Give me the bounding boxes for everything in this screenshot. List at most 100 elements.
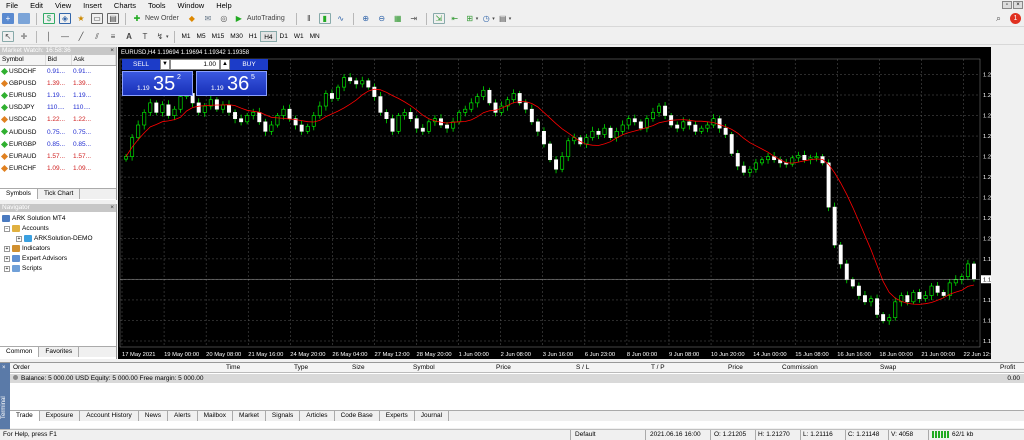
signals-button[interactable]: ✉: [201, 12, 215, 26]
tab-experts[interactable]: Experts: [380, 411, 415, 421]
autoscroll-button[interactable]: ⇲: [432, 12, 446, 26]
indicators-button[interactable]: ⊞ ▾: [464, 12, 478, 26]
balance-row[interactable]: Balance: 5 000.00 USD Equity: 5 000.00 F…: [10, 374, 1024, 383]
collapse-icon[interactable]: −: [4, 225, 10, 232]
window-restore-icon[interactable]: ▫: [1002, 1, 1012, 9]
tab-symbols[interactable]: Symbols: [0, 189, 38, 199]
tile-windows-button[interactable]: ▦: [391, 12, 405, 26]
market-watch-row[interactable]: EURCHF 1.09... 1.09...: [0, 163, 116, 175]
close-icon[interactable]: ×: [110, 204, 116, 212]
col-size[interactable]: Size: [352, 364, 365, 371]
col-sl[interactable]: S / L: [576, 364, 589, 371]
menu-tools[interactable]: Tools: [142, 0, 172, 11]
lot-size-input[interactable]: 1.00: [170, 59, 220, 70]
auto-trading-button[interactable]: ▶ AutoTrading: [233, 12, 291, 26]
zoom-in-button[interactable]: ⊕: [359, 12, 373, 26]
expand-icon[interactable]: +: [4, 255, 10, 262]
market-watch-toggle[interactable]: $: [42, 12, 56, 26]
expand-icon[interactable]: +: [4, 265, 10, 272]
market-watch-row[interactable]: GBPUSD 1.39... 1.39...: [0, 77, 116, 89]
timeframe-d1[interactable]: D1: [277, 31, 291, 42]
col-price[interactable]: Price: [496, 364, 511, 371]
radio-button[interactable]: ◎: [217, 12, 231, 26]
fibonacci-tool[interactable]: ≡: [106, 30, 120, 44]
text-tool[interactable]: A: [122, 30, 136, 44]
sell-button[interactable]: SELL: [122, 59, 160, 70]
lot-down-icon[interactable]: ▼: [160, 59, 170, 70]
tab-account-history[interactable]: Account History: [80, 411, 139, 421]
periods-button[interactable]: ◷ ▾: [480, 12, 495, 26]
tab-exposure[interactable]: Exposure: [40, 411, 81, 421]
col-time[interactable]: Time: [226, 364, 240, 371]
market-watch-row[interactable]: EURUSD 1.19... 1.19...: [0, 89, 116, 101]
tab-market[interactable]: Market: [233, 411, 266, 421]
channel-tool[interactable]: ⫽: [90, 30, 104, 44]
chart-window[interactable]: 1.22600 1.22275 1.21950 1.21625 1.21300 1.209…: [118, 47, 991, 359]
tab-news[interactable]: News: [139, 411, 169, 421]
expand-icon[interactable]: +: [16, 235, 22, 242]
terminal-toggle[interactable]: ▭: [90, 12, 104, 26]
new-chart-button[interactable]: +: [1, 12, 15, 26]
trendline-tool[interactable]: ╱: [74, 30, 88, 44]
timeframe-m15[interactable]: M15: [209, 31, 228, 42]
tab-trade[interactable]: Trade: [10, 411, 40, 421]
tab-code-base[interactable]: Code Base: [335, 411, 380, 421]
market-watch-row[interactable]: EURAUD 1.57... 1.57...: [0, 150, 116, 162]
timeframe-m1[interactable]: M1: [179, 31, 194, 42]
nav-indicators[interactable]: + Indicators: [4, 245, 50, 252]
col-commission[interactable]: Commission: [782, 364, 818, 371]
candlestick-button[interactable]: ▮: [318, 12, 332, 26]
buy-button[interactable]: BUY: [230, 59, 268, 70]
menu-view[interactable]: View: [49, 0, 77, 11]
col-symbol[interactable]: Symbol: [413, 364, 435, 371]
nav-account-demo[interactable]: + ARKSolution-DEMO: [16, 235, 93, 242]
chart-shift-button[interactable]: ⇥: [407, 12, 421, 26]
menu-insert[interactable]: Insert: [77, 0, 108, 11]
col-swap[interactable]: Swap: [880, 364, 896, 371]
menu-window[interactable]: Window: [172, 0, 211, 11]
meta-editor-button[interactable]: ◆: [185, 12, 199, 26]
column-header-bid[interactable]: Bid: [45, 55, 72, 66]
crosshair-tool[interactable]: ✛: [17, 30, 31, 44]
tester-toggle[interactable]: ▤: [106, 12, 120, 26]
col-order[interactable]: Order: [13, 364, 30, 371]
profiles-button[interactable]: [17, 12, 31, 26]
menu-charts[interactable]: Charts: [108, 0, 142, 11]
menu-edit[interactable]: Edit: [24, 0, 49, 11]
line-chart-button[interactable]: ∿: [334, 12, 348, 26]
col-tp[interactable]: T / P: [651, 364, 665, 371]
timeframe-h1[interactable]: H1: [246, 31, 260, 42]
market-watch-row[interactable]: AUDUSD 0.75... 0.75...: [0, 126, 116, 138]
timeframe-h4[interactable]: H4: [260, 31, 277, 42]
menu-help[interactable]: Help: [210, 0, 237, 11]
window-close-icon[interactable]: ×: [1013, 1, 1023, 9]
nav-root[interactable]: ARK Solution MT4: [2, 215, 65, 222]
tab-alerts[interactable]: Alerts: [168, 411, 198, 421]
cursor-tool[interactable]: ↖: [1, 30, 15, 44]
nav-scripts[interactable]: + Scripts: [4, 265, 42, 272]
nav-expert-advisors[interactable]: + Expert Advisors: [4, 255, 67, 262]
connection-status-icon[interactable]: [932, 431, 950, 438]
arrows-tool[interactable]: ↯ ▾: [154, 30, 169, 44]
new-order-button[interactable]: ✚ New Order: [131, 12, 183, 26]
market-watch-row[interactable]: EURGBP 0.85... 0.85...: [0, 138, 116, 150]
market-watch-row[interactable]: USDJPY 110.... 110....: [0, 102, 116, 114]
timeframe-m5[interactable]: M5: [194, 31, 209, 42]
timeframe-mn[interactable]: MN: [307, 31, 323, 42]
lot-up-icon[interactable]: ▲: [220, 59, 230, 70]
close-icon[interactable]: ×: [110, 47, 116, 55]
tab-favorites[interactable]: Favorites: [39, 347, 80, 357]
timeframe-w1[interactable]: W1: [291, 31, 307, 42]
tab-common[interactable]: Common: [0, 347, 40, 357]
templates-button[interactable]: ▤ ▾: [497, 12, 511, 26]
close-icon[interactable]: ×: [2, 365, 6, 371]
search-icon[interactable]: ⌕: [996, 13, 1001, 24]
tab-signals[interactable]: Signals: [266, 411, 301, 421]
period-sep-button[interactable]: ⇤: [448, 12, 462, 26]
menu-file[interactable]: File: [0, 0, 24, 11]
zoom-out-button[interactable]: ⊖: [375, 12, 389, 26]
bar-chart-button[interactable]: ǁ: [302, 12, 316, 26]
column-header-symbol[interactable]: Symbol: [0, 55, 46, 66]
col-price-current[interactable]: Price: [728, 364, 743, 371]
data-window-toggle[interactable]: ◈: [58, 12, 72, 26]
